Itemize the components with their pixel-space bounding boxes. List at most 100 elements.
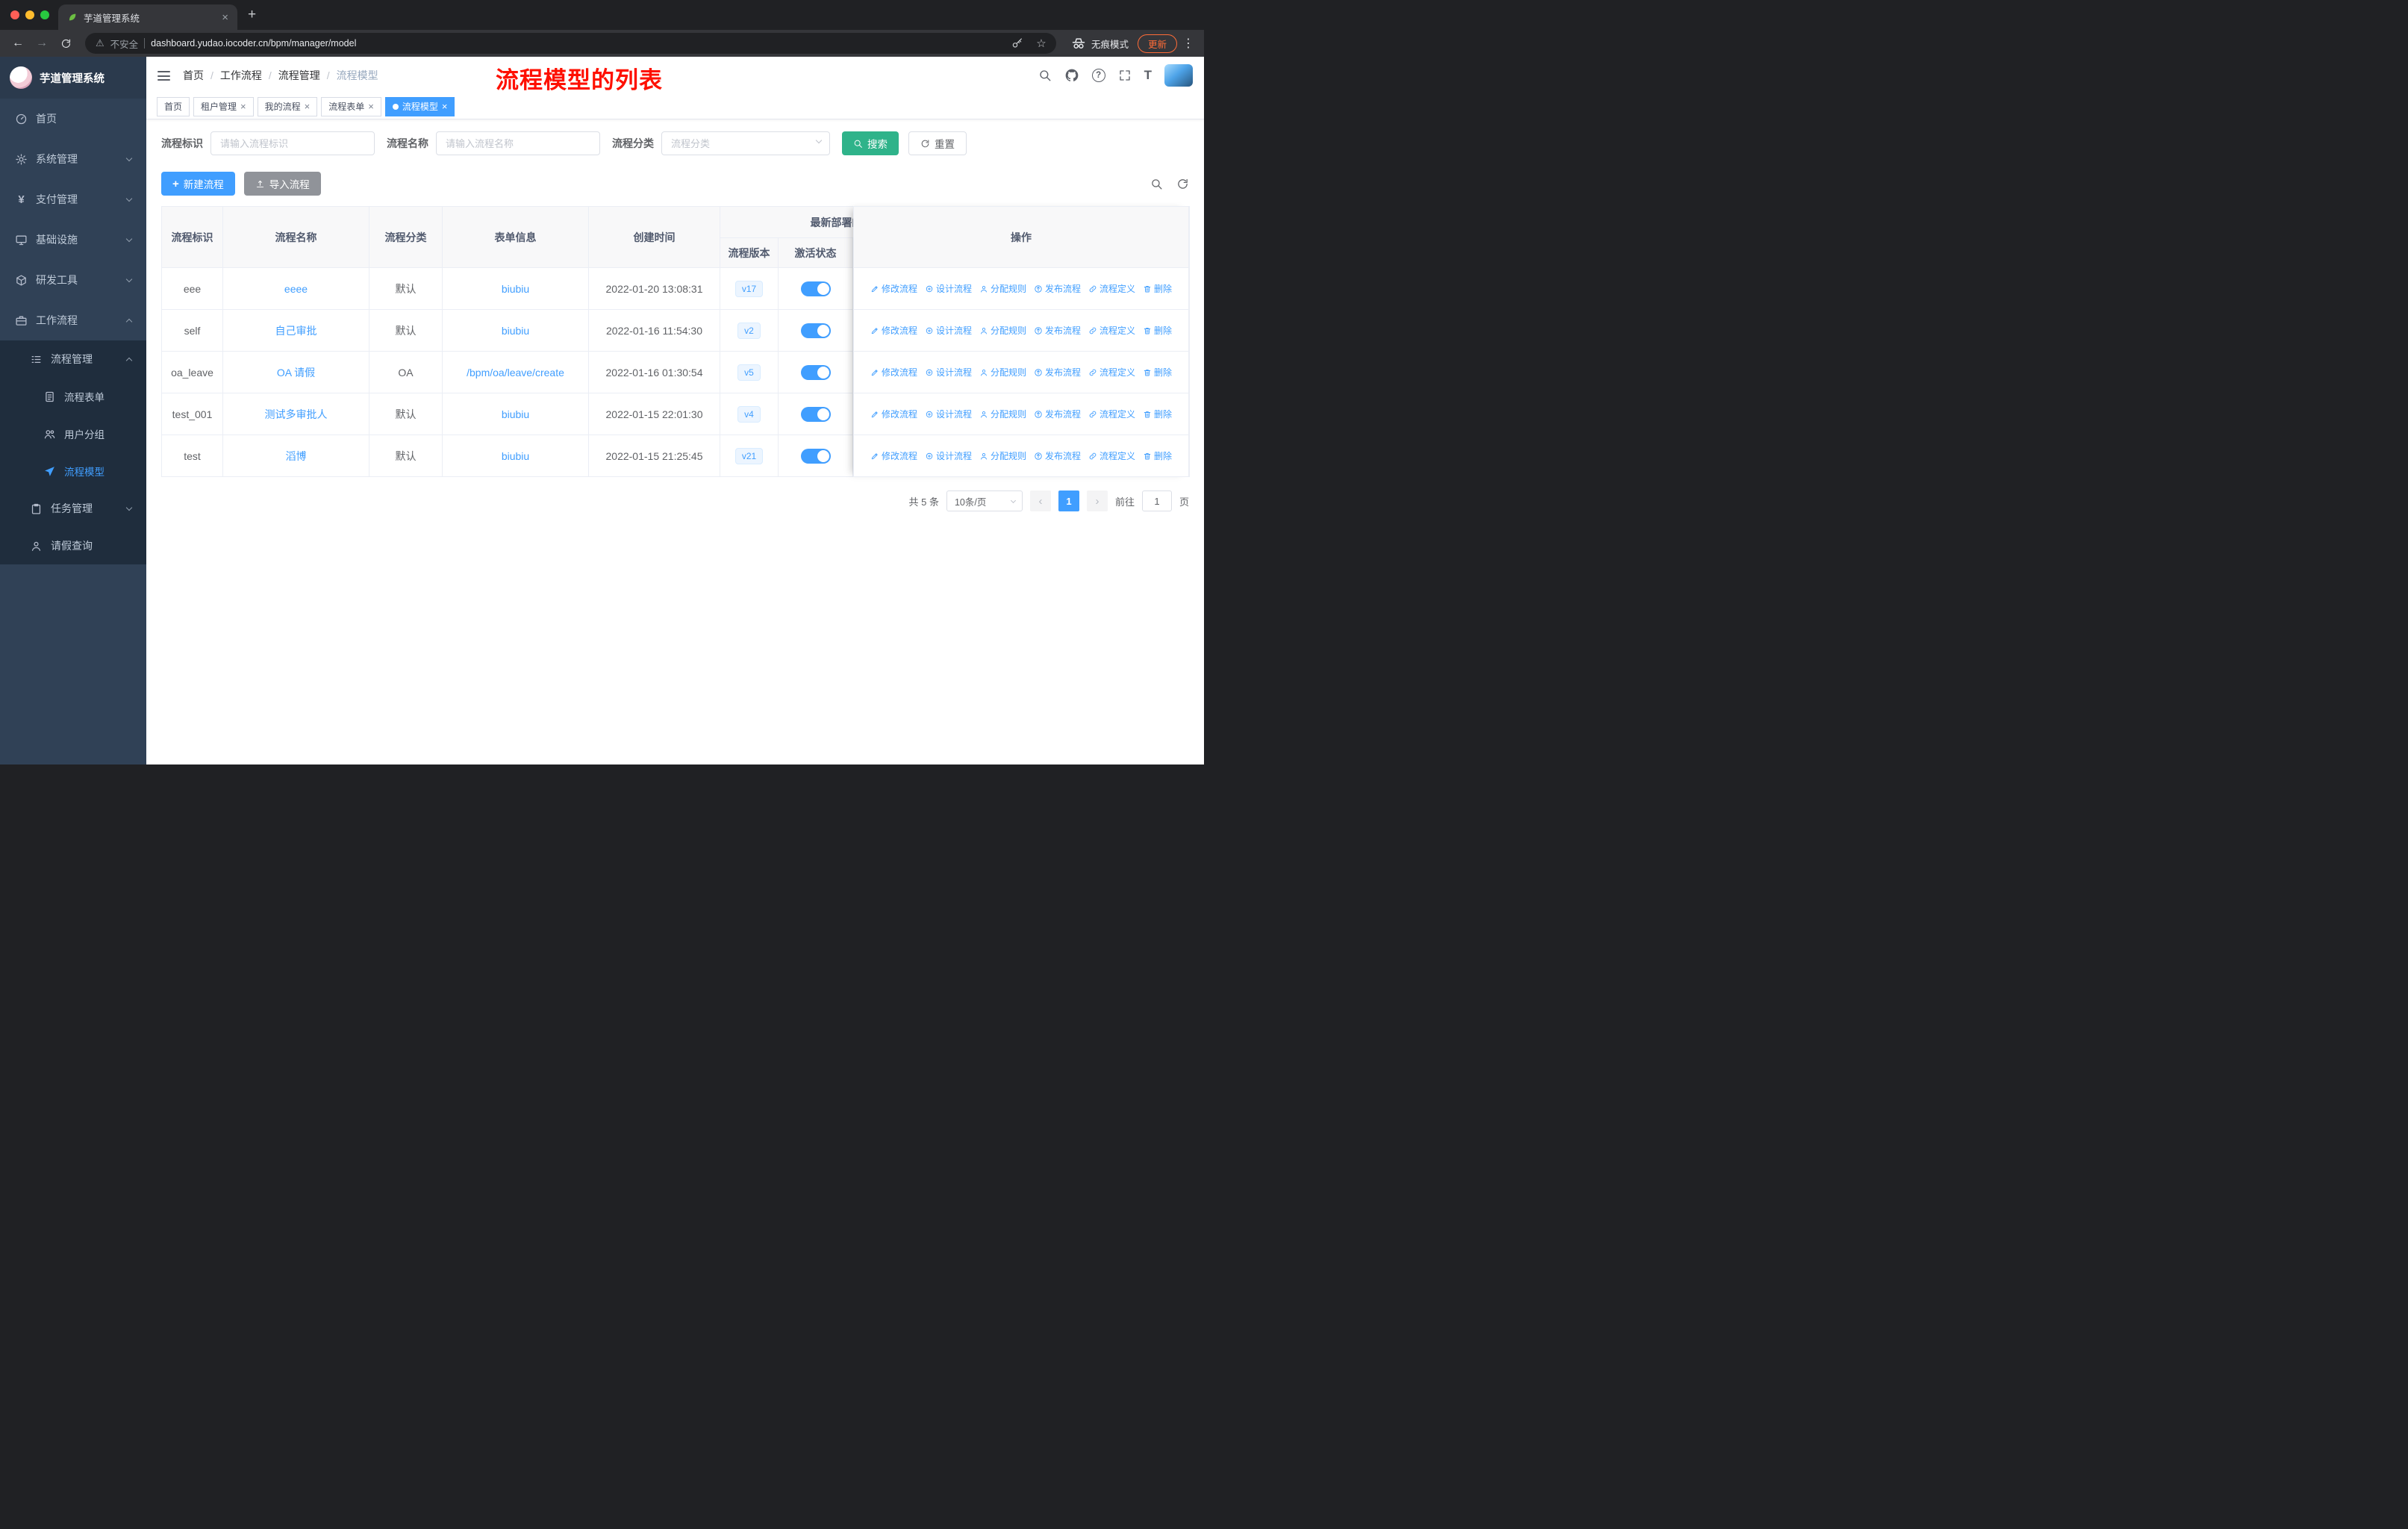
close-icon[interactable]: × <box>305 101 311 112</box>
row-name-link[interactable]: OA 请假 <box>277 367 315 379</box>
process-definition-link[interactable]: 流程定义 <box>1088 366 1135 379</box>
active-toggle[interactable] <box>800 406 831 422</box>
sidebar-item-task-mgmt[interactable]: 任务管理 <box>0 490 146 527</box>
design-process-link[interactable]: 设计流程 <box>925 366 972 379</box>
publish-process-link[interactable]: 发布流程 <box>1034 408 1081 420</box>
row-form-link[interactable]: biubiu <box>502 325 529 337</box>
tag-home[interactable]: 首页 <box>157 96 190 116</box>
tab-close-icon[interactable]: × <box>222 11 228 24</box>
font-size-icon[interactable]: T <box>1144 68 1152 83</box>
reload-icon[interactable] <box>55 33 76 54</box>
publish-process-link[interactable]: 发布流程 <box>1034 282 1081 295</box>
edit-process-link[interactable]: 修改流程 <box>870 408 917 420</box>
goto-page-input[interactable] <box>1141 491 1172 511</box>
active-toggle[interactable] <box>800 364 831 380</box>
sidebar-item-infrastructure[interactable]: 基础设施 <box>0 219 146 260</box>
delete-process-link[interactable]: 删除 <box>1143 282 1172 295</box>
assign-rule-link[interactable]: 分配规则 <box>979 449 1026 462</box>
sidebar-item-process-form[interactable]: 流程表单 <box>0 378 146 415</box>
edit-process-link[interactable]: 修改流程 <box>870 324 917 337</box>
assign-rule-link[interactable]: 分配规则 <box>979 324 1026 337</box>
assign-rule-link[interactable]: 分配规则 <box>979 282 1026 295</box>
create-process-button[interactable]: + 新建流程 <box>161 172 235 196</box>
process-key-input[interactable] <box>210 131 375 155</box>
active-toggle[interactable] <box>800 281 831 296</box>
breadcrumb-workflow[interactable]: 工作流程 <box>220 68 262 83</box>
process-name-input[interactable] <box>436 131 600 155</box>
new-tab-button[interactable]: + <box>248 7 256 23</box>
delete-process-link[interactable]: 删除 <box>1143 366 1172 379</box>
minimize-window-button[interactable] <box>25 10 34 19</box>
active-toggle[interactable] <box>800 448 831 464</box>
publish-process-link[interactable]: 发布流程 <box>1034 324 1081 337</box>
edit-process-link[interactable]: 修改流程 <box>870 282 917 295</box>
edit-process-link[interactable]: 修改流程 <box>870 366 917 379</box>
row-name-link[interactable]: 测试多审批人 <box>265 408 328 420</box>
row-form-link[interactable]: biubiu <box>502 283 529 295</box>
publish-process-link[interactable]: 发布流程 <box>1034 449 1081 462</box>
import-process-button[interactable]: 导入流程 <box>243 172 321 196</box>
github-icon[interactable] <box>1064 68 1079 83</box>
hamburger-icon[interactable] <box>157 71 170 81</box>
row-form-link[interactable]: biubiu <box>502 450 529 462</box>
update-button[interactable]: 更新 <box>1137 34 1177 53</box>
browser-tab[interactable]: 芋道管理系统 × <box>58 4 237 30</box>
page-size-select[interactable]: 10条/页 <box>946 491 1023 511</box>
sidebar-item-home[interactable]: 首页 <box>0 99 146 139</box>
toggle-search-icon[interactable] <box>1150 178 1163 190</box>
password-key-icon[interactable] <box>1008 34 1026 52</box>
row-name-link[interactable]: 自己审批 <box>275 325 317 337</box>
bookmark-star-icon[interactable]: ☆ <box>1032 34 1050 52</box>
back-icon[interactable]: ← <box>7 33 28 54</box>
next-page-button[interactable]: › <box>1086 491 1108 511</box>
process-definition-link[interactable]: 流程定义 <box>1088 282 1135 295</box>
delete-process-link[interactable]: 删除 <box>1143 449 1172 462</box>
refresh-table-icon[interactable] <box>1176 178 1189 190</box>
search-button[interactable]: 搜索 <box>842 131 899 155</box>
process-category-select[interactable] <box>661 131 830 155</box>
user-avatar[interactable] <box>1164 64 1193 87</box>
search-icon[interactable] <box>1038 69 1052 82</box>
design-process-link[interactable]: 设计流程 <box>925 449 972 462</box>
close-icon[interactable]: × <box>442 101 448 112</box>
row-form-link[interactable]: /bpm/oa/leave/create <box>467 367 564 379</box>
process-definition-link[interactable]: 流程定义 <box>1088 408 1135 420</box>
design-process-link[interactable]: 设计流程 <box>925 282 972 295</box>
tag-my-process[interactable]: 我的流程 × <box>257 96 318 116</box>
process-definition-link[interactable]: 流程定义 <box>1088 324 1135 337</box>
page-1-button[interactable]: 1 <box>1058 491 1079 511</box>
forward-icon[interactable]: → <box>31 33 52 54</box>
delete-process-link[interactable]: 删除 <box>1143 408 1172 420</box>
prev-page-button[interactable]: ‹ <box>1029 491 1051 511</box>
design-process-link[interactable]: 设计流程 <box>925 408 972 420</box>
sidebar-item-system-mgmt[interactable]: 系统管理 <box>0 139 146 179</box>
row-name-link[interactable]: eeee <box>284 283 308 295</box>
assign-rule-link[interactable]: 分配规则 <box>979 408 1026 420</box>
fullscreen-icon[interactable] <box>1118 69 1132 82</box>
sidebar-item-leave-query[interactable]: 请假查询 <box>0 527 146 564</box>
process-definition-link[interactable]: 流程定义 <box>1088 449 1135 462</box>
breadcrumb-home[interactable]: 首页 <box>183 68 204 83</box>
edit-process-link[interactable]: 修改流程 <box>870 449 917 462</box>
close-icon[interactable]: × <box>240 101 246 112</box>
delete-process-link[interactable]: 删除 <box>1143 324 1172 337</box>
sidebar-item-user-group[interactable]: 用户分组 <box>0 415 146 452</box>
sidebar-item-process-mgmt[interactable]: 流程管理 <box>0 340 146 378</box>
design-process-link[interactable]: 设计流程 <box>925 324 972 337</box>
help-icon[interactable]: ? <box>1091 69 1105 82</box>
close-window-button[interactable] <box>10 10 19 19</box>
sidebar-item-process-model[interactable]: 流程模型 <box>0 452 146 490</box>
row-name-link[interactable]: 滔博 <box>286 450 307 462</box>
close-icon[interactable]: × <box>368 101 374 112</box>
breadcrumb-process-mgmt[interactable]: 流程管理 <box>278 68 320 83</box>
tag-process-form[interactable]: 流程表单 × <box>321 96 381 116</box>
zoom-window-button[interactable] <box>40 10 49 19</box>
browser-menu-icon[interactable]: ⋮ <box>1180 36 1197 51</box>
tag-process-model[interactable]: 流程模型 × <box>384 96 455 116</box>
sidebar-item-workflow[interactable]: 工作流程 <box>0 300 146 340</box>
tag-tenant-mgmt[interactable]: 租户管理 × <box>193 96 254 116</box>
sidebar-item-payment-mgmt[interactable]: ¥ 支付管理 <box>0 179 146 219</box>
assign-rule-link[interactable]: 分配规则 <box>979 366 1026 379</box>
address-bar[interactable]: ⚠ 不安全 dashboard.yudao.iocoder.cn/bpm/man… <box>85 33 1056 54</box>
active-toggle[interactable] <box>800 323 831 338</box>
